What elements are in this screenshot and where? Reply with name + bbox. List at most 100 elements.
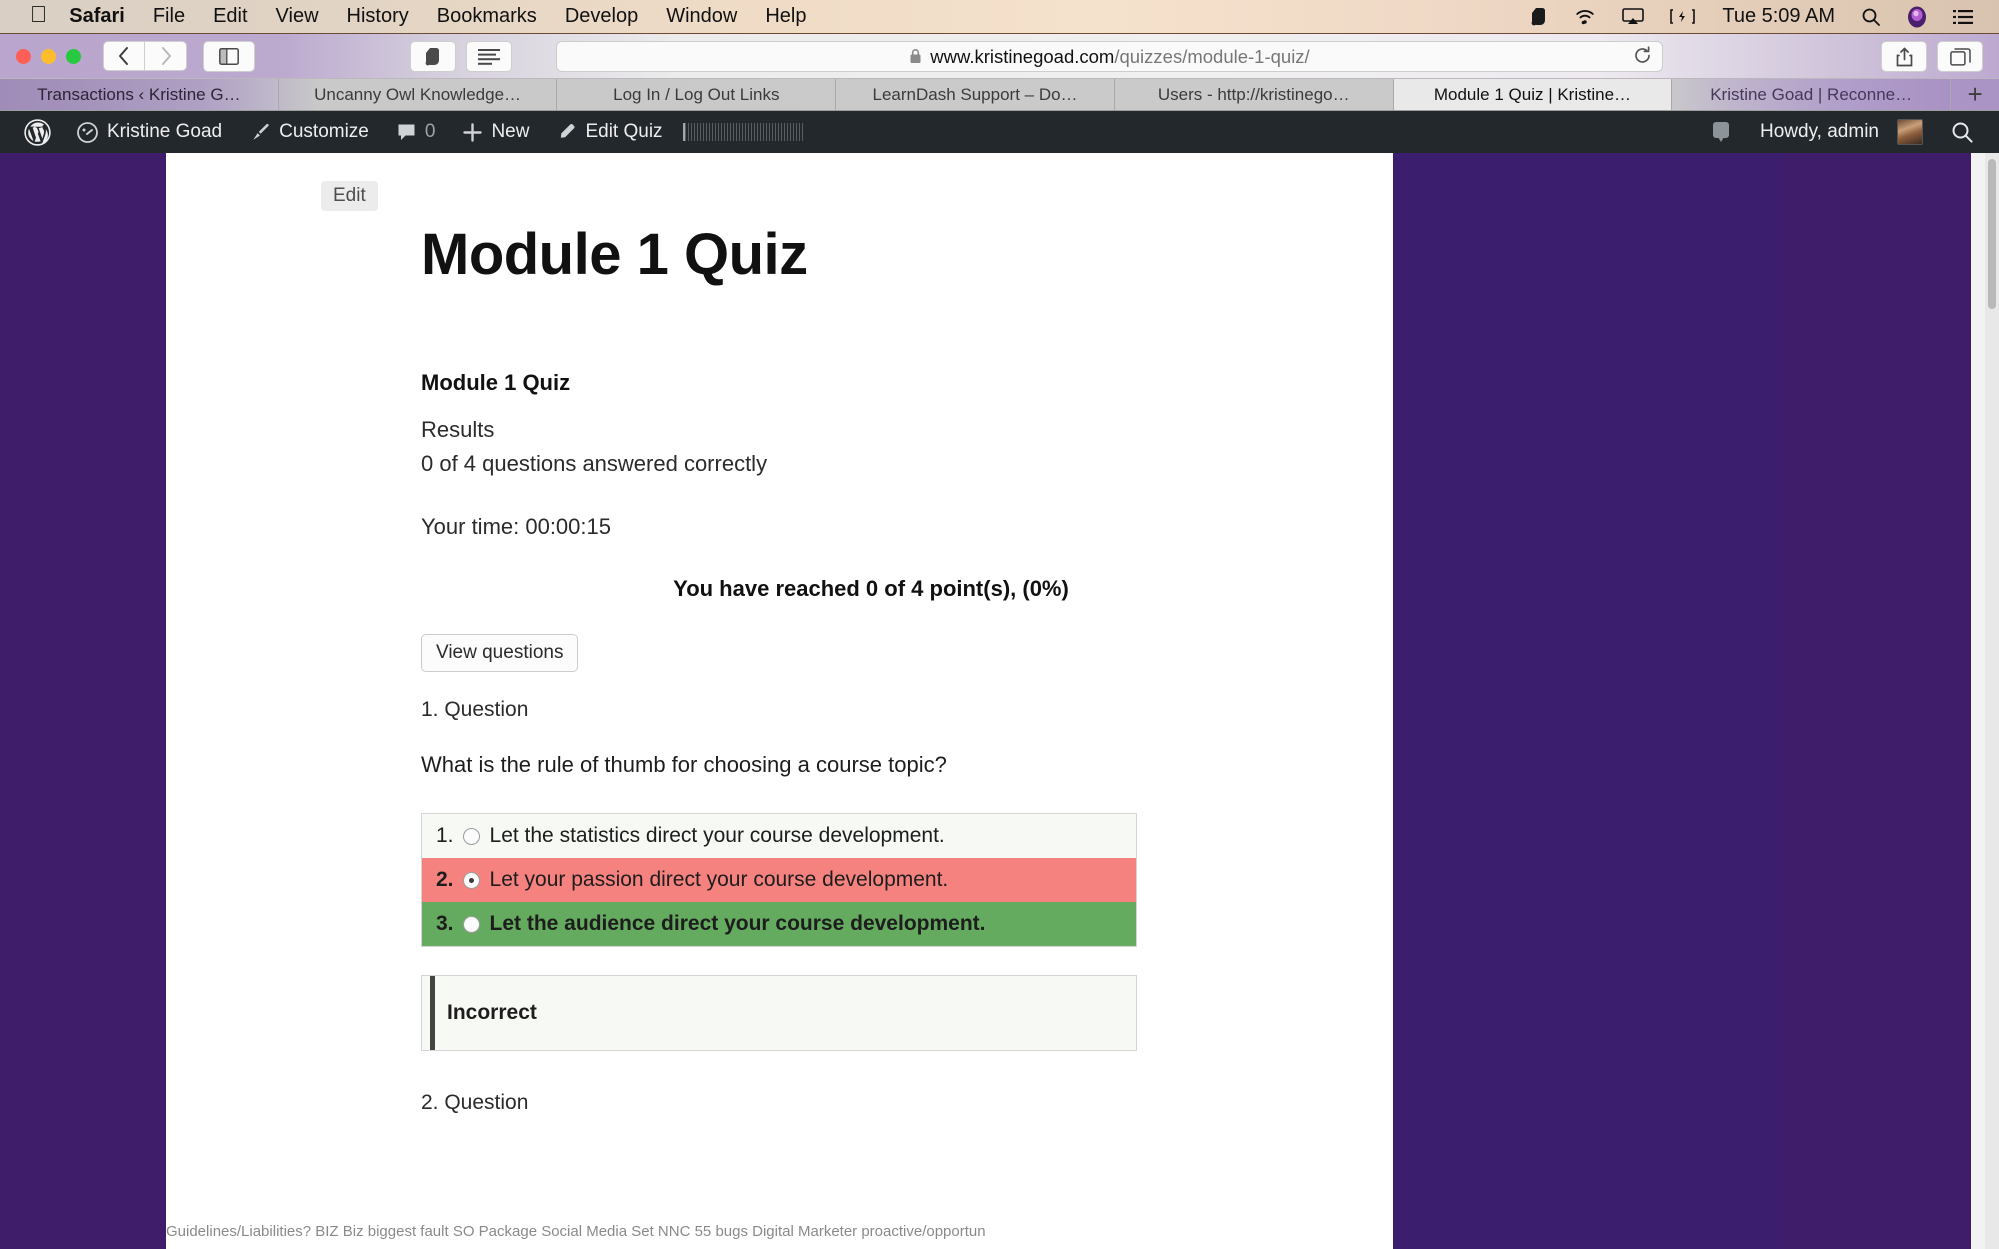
tab-users[interactable]: Users - http://kristinego… bbox=[1115, 79, 1394, 110]
admin-bar-new[interactable]: New bbox=[449, 111, 543, 153]
tab-label: Module 1 Quiz | Kristine… bbox=[1433, 84, 1632, 104]
view-questions-button[interactable]: View questions bbox=[421, 634, 579, 672]
new-tab-button[interactable]: + bbox=[1951, 79, 1999, 110]
feedback-accent-bar bbox=[430, 976, 435, 1050]
menu-bar-status-area: Tue 5:09 AM bbox=[1531, 5, 1983, 28]
share-icon[interactable] bbox=[1881, 41, 1927, 72]
answer-radio[interactable] bbox=[462, 915, 480, 933]
tab-learndash-support[interactable]: LearnDash Support – Do… bbox=[836, 79, 1115, 110]
tab-label: LearnDash Support – Do… bbox=[872, 84, 1078, 104]
points-reached: You have reached 0 of 4 point(s), (0%) bbox=[673, 576, 1069, 601]
answer-option-3[interactable]: 3. Let the audience direct your course d… bbox=[422, 902, 1136, 946]
answer-text: Let the audience direct your course deve… bbox=[489, 912, 986, 935]
paintbrush-icon bbox=[250, 122, 270, 142]
site-name-label: Kristine Goad bbox=[107, 121, 223, 142]
forward-button[interactable] bbox=[145, 41, 187, 71]
window-scrollbar[interactable] bbox=[1985, 153, 1999, 1249]
spotlight-search-icon[interactable] bbox=[1861, 7, 1881, 27]
close-window-button[interactable] bbox=[16, 48, 31, 64]
answer-radio[interactable] bbox=[462, 827, 480, 845]
battery-charging-icon[interactable] bbox=[1670, 9, 1696, 24]
url-path: /quizzes/module-1-quiz/ bbox=[1114, 45, 1310, 67]
menu-item-safari[interactable]: Safari bbox=[69, 5, 125, 28]
question-text: What is the rule of thumb for choosing a… bbox=[421, 752, 947, 777]
results-label: Results bbox=[421, 417, 495, 442]
tab-label: Transactions ‹ Kristine G… bbox=[37, 84, 241, 104]
url-host: www.kristinegoad.com bbox=[930, 45, 1115, 67]
tab-transactions[interactable]: Transactions ‹ Kristine G… bbox=[0, 79, 279, 110]
page-edge-text bbox=[1971, 153, 1985, 1249]
background-text-strip: Guidelines/Liabilities? BIZ Biz biggest … bbox=[166, 1223, 1393, 1249]
page-content: Edit Module 1 Quiz Module 1 Quiz Results… bbox=[166, 153, 1393, 1249]
plus-icon bbox=[463, 122, 483, 142]
menu-item-view[interactable]: View bbox=[276, 5, 319, 28]
your-time: Your time: 00:00:15 bbox=[421, 514, 611, 539]
wordpress-logo-icon[interactable] bbox=[12, 111, 63, 153]
admin-bar-customize[interactable]: Customize bbox=[236, 111, 383, 153]
pencil-icon bbox=[557, 123, 576, 142]
toolbar-mid-buttons bbox=[410, 41, 512, 72]
menu-item-file[interactable]: File bbox=[153, 5, 185, 28]
admin-bar-comments[interactable]: 0 bbox=[383, 111, 450, 153]
comment-bubble-icon bbox=[397, 123, 416, 142]
answer-radio[interactable] bbox=[462, 871, 480, 889]
tab-uncanny-owl[interactable]: Uncanny Owl Knowledge… bbox=[279, 79, 558, 110]
howdy-label: Howdy, admin bbox=[1760, 121, 1879, 142]
dashboard-icon bbox=[77, 121, 98, 143]
admin-bar-notifications[interactable] bbox=[1696, 111, 1746, 153]
admin-bar-drag-handle[interactable] bbox=[682, 123, 803, 141]
question-number: 1. Question bbox=[421, 698, 529, 721]
reload-icon[interactable] bbox=[1633, 46, 1652, 71]
apple-icon[interactable]:  bbox=[30, 3, 47, 26]
menu-item-window[interactable]: Window bbox=[666, 5, 737, 28]
admin-bar-howdy[interactable]: Howdy, admin bbox=[1746, 111, 1937, 153]
tab-label: Kristine Goad | Reconne… bbox=[1710, 84, 1913, 104]
sidebar-toggle-icon[interactable] bbox=[203, 40, 255, 72]
macos-menu-bar:  Safari File Edit View History Bookmark… bbox=[0, 0, 1999, 34]
notification-center-icon[interactable] bbox=[1953, 9, 1973, 25]
answer-feedback: Incorrect bbox=[421, 975, 1137, 1051]
minimize-window-button[interactable] bbox=[41, 48, 56, 64]
answer-option-1[interactable]: 1. Let the statistics direct your course… bbox=[422, 814, 1136, 858]
comment-count: 0 bbox=[424, 121, 436, 142]
wifi-icon[interactable] bbox=[1574, 8, 1596, 25]
menu-item-bookmarks[interactable]: Bookmarks bbox=[437, 5, 537, 28]
scrollbar-thumb[interactable] bbox=[1988, 159, 1996, 309]
menu-bar-clock[interactable]: Tue 5:09 AM bbox=[1722, 5, 1835, 28]
safari-window: www.kristinegoad.com/quizzes/module-1-qu… bbox=[0, 34, 1999, 1249]
tab-kristine-goad-reconnect[interactable]: Kristine Goad | Reconne… bbox=[1672, 79, 1952, 110]
menu-item-help[interactable]: Help bbox=[765, 5, 806, 28]
airplay-icon[interactable] bbox=[1622, 8, 1645, 25]
maximize-window-button[interactable] bbox=[66, 48, 81, 64]
menu-item-edit[interactable]: Edit bbox=[213, 5, 247, 28]
answer-option-2[interactable]: 2. Let your passion direct your course d… bbox=[422, 858, 1136, 902]
evernote-clipper-icon[interactable] bbox=[410, 41, 456, 72]
menu-item-history[interactable]: History bbox=[347, 5, 409, 28]
address-bar[interactable]: www.kristinegoad.com/quizzes/module-1-qu… bbox=[556, 41, 1663, 72]
tab-bar: Transactions ‹ Kristine G… Uncanny Owl K… bbox=[0, 79, 1999, 111]
window-controls bbox=[16, 48, 81, 64]
edit-post-button[interactable]: Edit bbox=[321, 181, 378, 211]
next-question-number: 2. Question bbox=[421, 1091, 529, 1114]
answer-index: 2. bbox=[436, 868, 454, 891]
back-button[interactable] bbox=[103, 41, 145, 71]
answer-list: 1. Let the statistics direct your course… bbox=[421, 813, 1137, 947]
answer-text: Let the statistics direct your course de… bbox=[489, 824, 945, 847]
answer-text: Let your passion direct your course deve… bbox=[489, 868, 949, 891]
evernote-icon[interactable] bbox=[1531, 6, 1548, 27]
siri-icon[interactable] bbox=[1907, 6, 1927, 28]
reader-view-icon[interactable] bbox=[466, 41, 512, 72]
toolbar-right-buttons bbox=[1881, 41, 1983, 72]
answer-index: 3. bbox=[436, 912, 454, 935]
comment-bubble-icon bbox=[1710, 120, 1732, 144]
menu-item-develop[interactable]: Develop bbox=[565, 5, 638, 28]
tab-login-logout-links[interactable]: Log In / Log Out Links bbox=[557, 79, 837, 110]
admin-bar-edit-quiz[interactable]: Edit Quiz bbox=[543, 111, 676, 153]
quiz-container: Module 1 Quiz Results 0 of 4 questions a… bbox=[421, 370, 1321, 1115]
admin-bar-search[interactable] bbox=[1937, 111, 1987, 153]
tab-label: Users - http://kristinego… bbox=[1157, 84, 1350, 104]
show-all-tabs-icon[interactable] bbox=[1937, 41, 1983, 72]
tab-module-1-quiz[interactable]: Module 1 Quiz | Kristine… bbox=[1393, 79, 1673, 110]
admin-bar-site-name[interactable]: Kristine Goad bbox=[63, 111, 236, 153]
page-viewport: Edit Module 1 Quiz Module 1 Quiz Results… bbox=[0, 153, 1999, 1249]
